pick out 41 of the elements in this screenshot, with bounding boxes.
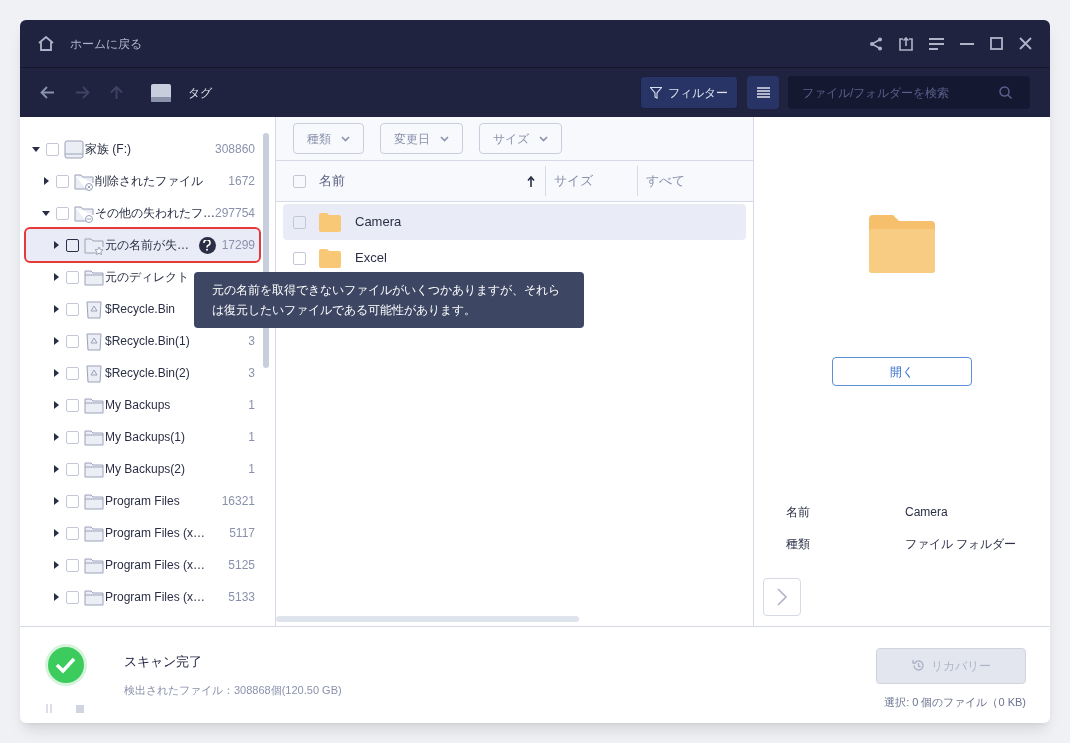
tree-item[interactable]: Program Files 16321 <box>26 485 259 517</box>
item-count: 308860 <box>214 141 255 158</box>
item-count: 1 <box>248 397 255 414</box>
location-label: タグ <box>188 84 212 102</box>
file-row[interactable]: Camera <box>283 204 746 240</box>
tree-item[interactable]: My Backups(2) 1 <box>26 453 259 485</box>
selection-summary: 選択: 0 個のファイル（0 KB) <box>884 694 1026 710</box>
tree-item[interactable]: Program Files (x… 5117 <box>26 517 259 549</box>
detail-value: Camera <box>905 504 948 521</box>
item-count: 17299 <box>221 237 255 254</box>
tree-item[interactable]: $Recycle.Bin(2) 3 <box>26 357 259 389</box>
tree-item[interactable]: 元の名前が失… 17299 <box>26 229 259 261</box>
item-count: 1 <box>248 429 255 446</box>
item-count: 16321 <box>221 493 255 510</box>
scan-status: スキャン完了 <box>124 653 203 671</box>
tree-item[interactable]: 家族 (F:) 308860 <box>26 133 259 165</box>
item-count: 5133 <box>228 589 255 606</box>
item-count: 297754 <box>215 205 256 222</box>
detail-label: 種類 <box>786 536 811 553</box>
tooltip: 元の名前を取得できないファイルがいくつかありますが、それらは復元したいファイルである可能性があります。 <box>194 272 584 328</box>
filter-button[interactable]: フィルター <box>640 76 738 109</box>
open-button[interactable]: 開く <box>832 357 972 386</box>
detail-label: 名前 <box>786 504 811 521</box>
tree-item[interactable]: $Recycle.Bin(1) 3 <box>26 325 259 357</box>
item-count: 1672 <box>228 173 255 190</box>
tree-item[interactable]: My Backups(1) 1 <box>26 421 259 453</box>
tree-item[interactable]: Program Files (x… 5125 <box>26 549 259 581</box>
tree-item[interactable]: 削除されたファイル 1672 <box>26 165 259 197</box>
tree-item[interactable]: My Backups 1 <box>26 389 259 421</box>
tree-item[interactable]: その他の失われたフ…297754 <box>26 197 259 229</box>
item-count: 3 <box>248 365 255 382</box>
item-count: 1 <box>248 461 255 478</box>
home-link[interactable]: ホームに戻る <box>70 34 142 53</box>
column-header[interactable]: 名前 <box>319 171 345 191</box>
detail-value: ファイル フォルダー <box>905 536 1017 553</box>
search-field[interactable]: ファイル/フォルダーを検索 <box>788 76 1030 109</box>
tree-item[interactable]: Program Files (x… 5133 <box>26 581 259 613</box>
item-count: 5117 <box>229 525 255 542</box>
item-count: 5125 <box>228 557 255 574</box>
found-files-summary: 検出されたファイル：308868個(120.50 GB) <box>124 682 342 698</box>
item-count: 3 <box>248 333 255 350</box>
